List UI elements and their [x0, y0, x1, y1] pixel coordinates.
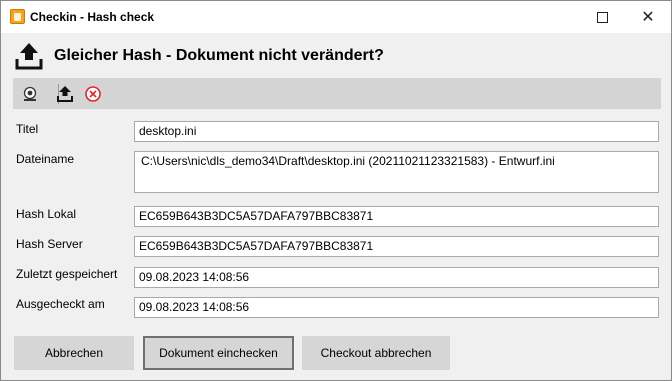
toolbar — [13, 78, 661, 109]
maximize-button[interactable] — [579, 1, 625, 33]
checkin-upload-button[interactable] — [53, 82, 77, 106]
dialog-header: Gleicher Hash - Dokument nicht verändert… — [14, 39, 384, 73]
checkout-abbrechen-button[interactable]: Checkout abbrechen — [302, 336, 450, 370]
ausgecheckt-am-field[interactable]: 09.08.2023 14:08:56 — [134, 297, 659, 318]
header-title: Gleicher Hash - Dokument nicht verändert… — [54, 47, 384, 64]
ausgecheckt-am-label: Ausgecheckt am — [16, 297, 105, 311]
document-view-button[interactable] — [18, 82, 42, 106]
close-button[interactable]: ✕ — [625, 1, 671, 33]
dateiname-field[interactable]: C:\Users\nic\dls_demo34\Draft\desktop.in… — [134, 151, 659, 193]
document-view-icon — [23, 86, 37, 101]
title-bar[interactable]: Checkin - Hash check ✕ — [1, 1, 671, 33]
titel-field[interactable]: desktop.ini — [134, 121, 659, 142]
cancel-icon — [85, 86, 101, 102]
dokument-einchecken-button[interactable]: Dokument einchecken — [143, 336, 294, 370]
upload-icon — [57, 86, 73, 102]
hash-lokal-field[interactable]: EC659B643B3DC5A57DAFA797BBC83871 — [134, 206, 659, 227]
cancel-button-toolbar[interactable] — [81, 82, 105, 106]
dateiname-label: Dateiname — [16, 152, 75, 166]
zuletzt-gespeichert-label: Zuletzt gespeichert — [16, 267, 118, 281]
hash-server-field[interactable]: EC659B643B3DC5A57DAFA797BBC83871 — [134, 236, 659, 257]
upload-icon — [15, 43, 43, 70]
checkin-dialog: Checkin - Hash check ✕ Gleicher Hash - D… — [0, 0, 672, 381]
hash-server-label: Hash Server — [16, 237, 83, 251]
abbrechen-button[interactable]: Abbrechen — [14, 336, 134, 370]
app-icon — [10, 9, 25, 24]
maximize-icon — [596, 11, 608, 23]
titel-label: Titel — [16, 122, 39, 136]
close-icon: ✕ — [641, 7, 655, 26]
hash-lokal-label: Hash Lokal — [16, 207, 77, 221]
window-title: Checkin - Hash check — [30, 10, 155, 24]
zuletzt-gespeichert-field[interactable]: 09.08.2023 14:08:56 — [134, 267, 659, 288]
